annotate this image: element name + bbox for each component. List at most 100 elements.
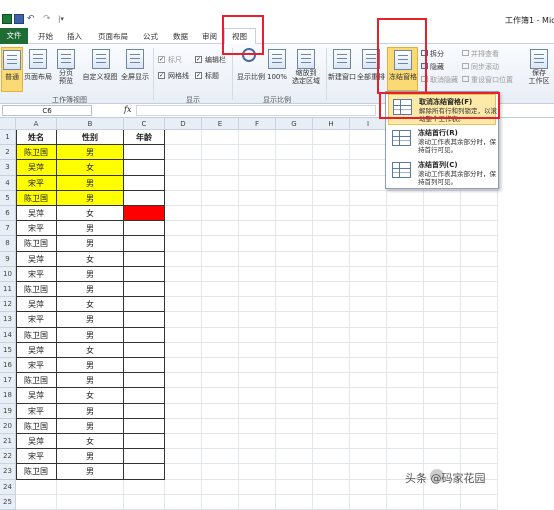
cell-b6[interactable]: 女 [57, 206, 124, 222]
cell-h2[interactable] [313, 145, 350, 161]
cell-j22[interactable] [387, 449, 424, 465]
cell-g7[interactable] [276, 221, 313, 237]
cell-j5[interactable] [387, 190, 424, 206]
cell-k17[interactable] [424, 373, 461, 389]
cell-f22[interactable] [239, 449, 276, 465]
cell-c16[interactable] [124, 358, 165, 374]
cell-d3[interactable] [165, 160, 202, 176]
row-header[interactable]: 11 [0, 282, 16, 298]
cell-e16[interactable] [202, 358, 239, 374]
cell-g18[interactable] [276, 388, 313, 404]
tab-file[interactable]: 文件 [0, 28, 28, 44]
cell-e24[interactable] [202, 479, 239, 495]
cell-b18[interactable]: 女 [57, 388, 124, 404]
save-workspace-icon[interactable] [530, 49, 548, 69]
cell-d4[interactable] [165, 175, 202, 191]
cell-i25[interactable] [350, 494, 387, 510]
cell-e12[interactable] [202, 297, 239, 313]
cell-j19[interactable] [387, 403, 424, 419]
cell-h4[interactable] [313, 175, 350, 191]
cell-h22[interactable] [313, 449, 350, 465]
cell-c17[interactable] [124, 373, 165, 389]
cell-d10[interactable] [165, 266, 202, 282]
cell-h14[interactable] [313, 327, 350, 343]
cell-f5[interactable] [239, 190, 276, 206]
cell-h17[interactable] [313, 373, 350, 389]
cell-b23[interactable]: 男 [57, 464, 124, 480]
cell-l6[interactable] [461, 206, 498, 222]
cell-k8[interactable] [424, 236, 461, 252]
row-header[interactable]: 6 [0, 206, 16, 222]
column-header-b[interactable]: B [57, 118, 124, 130]
cell-j13[interactable] [387, 312, 424, 328]
cell-e1[interactable] [202, 130, 239, 146]
cell-a20[interactable]: 陈卫国 [16, 418, 57, 434]
ruler-checkbox[interactable]: ✓ [158, 56, 165, 63]
cell-f23[interactable] [239, 464, 276, 480]
cell-i14[interactable] [350, 327, 387, 343]
cell-c20[interactable] [124, 418, 165, 434]
cell-i8[interactable] [350, 236, 387, 252]
cell-l20[interactable] [461, 418, 498, 434]
cell-a8[interactable]: 陈卫国 [16, 236, 57, 252]
undo-icon[interactable]: ↶ [27, 14, 37, 24]
cell-h5[interactable] [313, 190, 350, 206]
cell-j18[interactable] [387, 388, 424, 404]
cell-l10[interactable] [461, 266, 498, 282]
row-header[interactable]: 21 [0, 434, 16, 450]
cell-a21[interactable]: 吴萍 [16, 434, 57, 450]
full-screen-label[interactable]: 全屏显示 [119, 73, 151, 81]
cell-h20[interactable] [313, 418, 350, 434]
cell-d21[interactable] [165, 434, 202, 450]
cell-f4[interactable] [239, 175, 276, 191]
cell-l21[interactable] [461, 434, 498, 450]
freeze-first-column-item[interactable]: 冻结首列(C) 滚动工作表其余部分时，保持首列可见。 [388, 158, 496, 189]
row-header[interactable]: 8 [0, 236, 16, 252]
cell-g1[interactable] [276, 130, 313, 146]
cell-d5[interactable] [165, 190, 202, 206]
cell-k14[interactable] [424, 327, 461, 343]
row-header[interactable]: 10 [0, 266, 16, 282]
cell-f19[interactable] [239, 403, 276, 419]
cell-d18[interactable] [165, 388, 202, 404]
tab-formulas[interactable]: 公式 [143, 31, 158, 42]
cell-g3[interactable] [276, 160, 313, 176]
cell-f17[interactable] [239, 373, 276, 389]
cell-i21[interactable] [350, 434, 387, 450]
cell-h25[interactable] [313, 494, 350, 510]
cell-j16[interactable] [387, 358, 424, 374]
row-header[interactable]: 5 [0, 190, 16, 206]
zoom-100-label[interactable]: 100% [265, 73, 289, 81]
cell-h9[interactable] [313, 251, 350, 267]
cell-l5[interactable] [461, 190, 498, 206]
cell-c6[interactable] [124, 206, 165, 222]
row-header[interactable]: 4 [0, 175, 16, 191]
cell-d13[interactable] [165, 312, 202, 328]
cell-i5[interactable] [350, 190, 387, 206]
cell-c21[interactable] [124, 434, 165, 450]
save-icon[interactable] [14, 14, 24, 24]
cell-k5[interactable] [424, 190, 461, 206]
cell-h15[interactable] [313, 342, 350, 358]
cell-j17[interactable] [387, 373, 424, 389]
cell-e4[interactable] [202, 175, 239, 191]
cell-b7[interactable]: 男 [57, 221, 124, 237]
cell-c9[interactable] [124, 251, 165, 267]
cell-i15[interactable] [350, 342, 387, 358]
cell-d8[interactable] [165, 236, 202, 252]
cell-f11[interactable] [239, 282, 276, 298]
cell-f16[interactable] [239, 358, 276, 374]
cell-j9[interactable] [387, 251, 424, 267]
cell-b24[interactable] [57, 479, 124, 495]
cell-a6[interactable]: 吴萍 [16, 206, 57, 222]
cell-f21[interactable] [239, 434, 276, 450]
cell-c8[interactable] [124, 236, 165, 252]
cell-g2[interactable] [276, 145, 313, 161]
cell-a16[interactable]: 宋平 [16, 358, 57, 374]
cell-d22[interactable] [165, 449, 202, 465]
column-header-h[interactable]: H [313, 118, 350, 130]
cell-g17[interactable] [276, 373, 313, 389]
row-header[interactable]: 24 [0, 479, 16, 495]
column-header-d[interactable]: D [165, 118, 202, 130]
cell-k13[interactable] [424, 312, 461, 328]
